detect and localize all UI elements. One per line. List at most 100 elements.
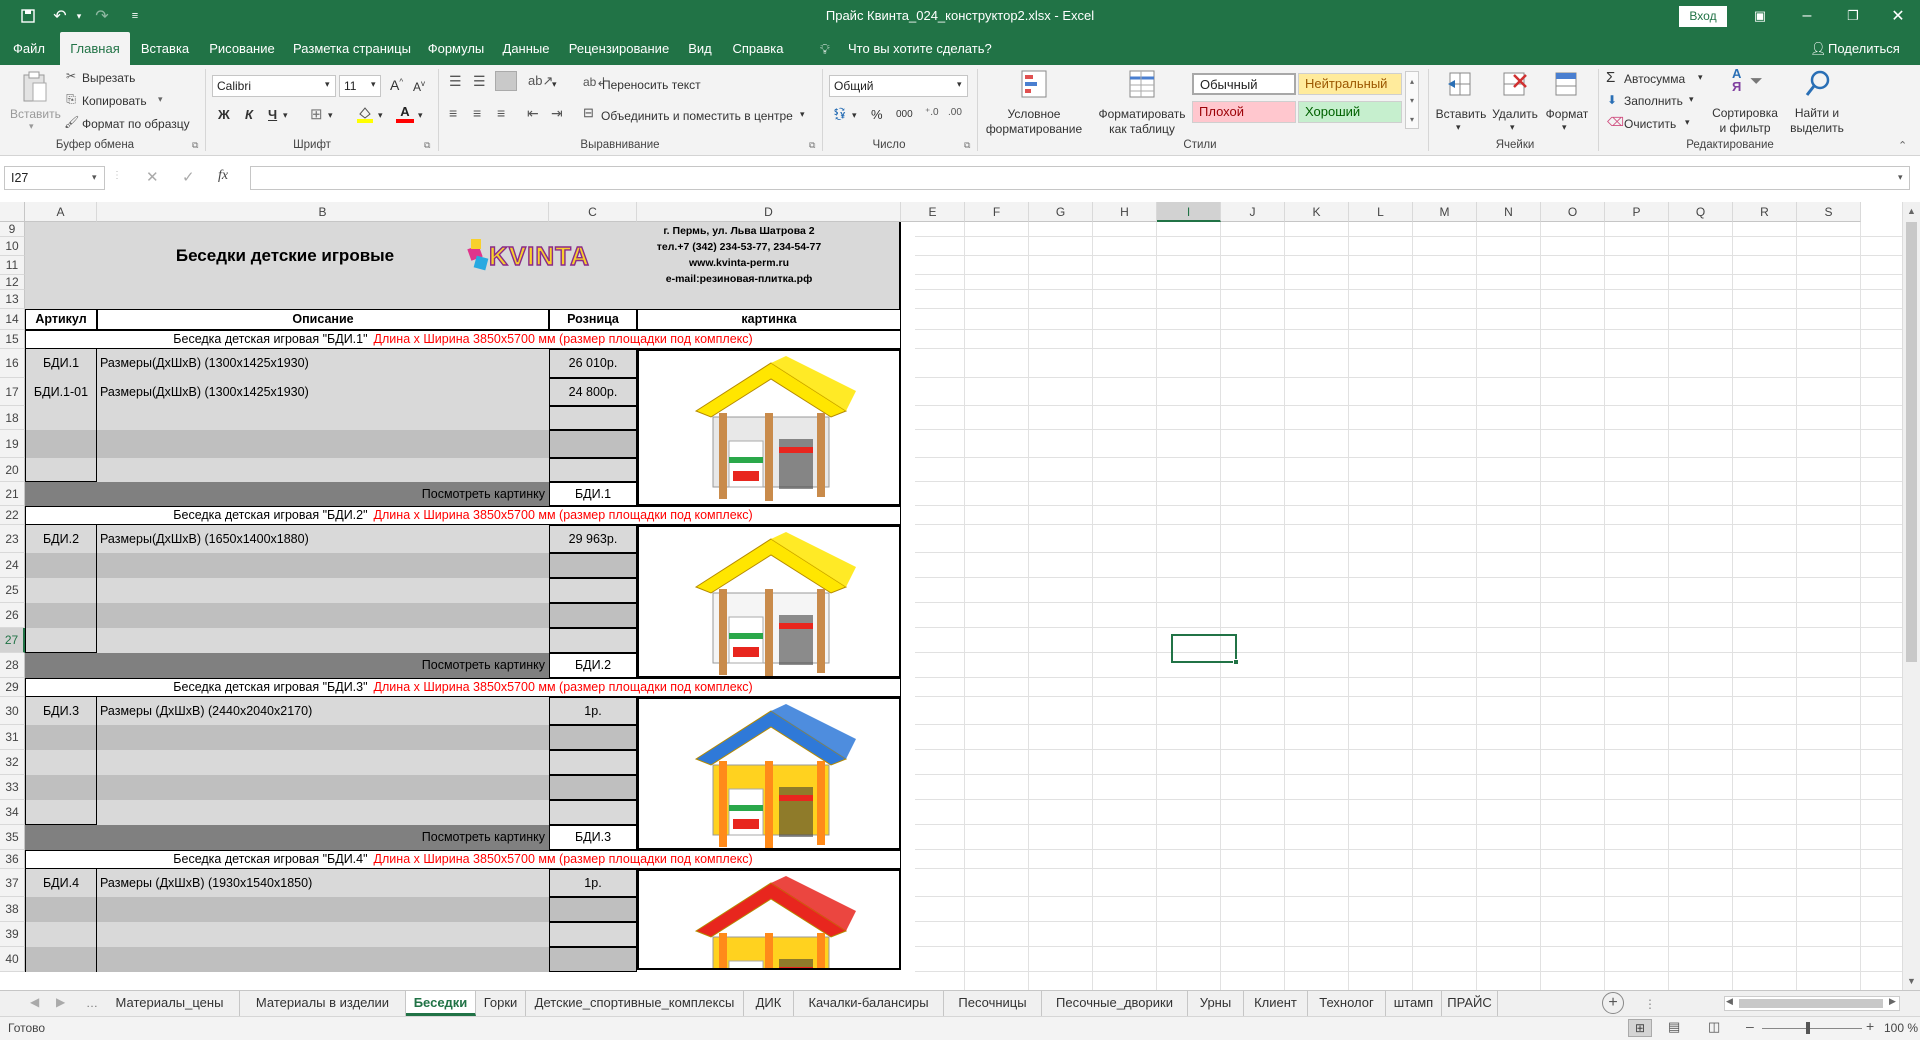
column-header-l[interactable]: L [1349,202,1413,222]
article-cell[interactable] [25,430,97,458]
row-header-14[interactable]: 14 [0,309,25,330]
tell-me-search[interactable]: Что вы хотите сделать? [848,32,992,65]
row-header-22[interactable]: 22 [0,506,25,525]
tab-draw[interactable]: Рисование [204,32,280,65]
merge-dropdown-icon[interactable]: ▾ [800,109,805,120]
description-cell[interactable]: Размеры(ДхШхВ) (1300х1425х1930) [97,378,549,406]
font-size-dropdown-icon[interactable]: ▾ [371,79,376,90]
percent-style-icon[interactable]: % [871,107,883,122]
price-cell[interactable] [549,775,637,800]
share-button[interactable]: Поделиться [1828,32,1912,65]
description-cell[interactable] [97,430,549,458]
column-header-q[interactable]: Q [1669,202,1733,222]
row-header-34[interactable]: 34 [0,800,25,825]
description-cell[interactable] [97,775,549,800]
tab-home[interactable]: Главная [60,32,130,65]
picture-link[interactable]: БДИ.1 [549,482,637,506]
row-header-24[interactable]: 24 [0,553,25,578]
article-cell[interactable] [25,800,97,825]
decrease-decimal-icon[interactable]: .00 [948,107,962,118]
format-as-table-button[interactable]: Форматировать как таблицу [1092,67,1192,137]
formula-input[interactable] [250,166,1910,190]
maximize-icon[interactable]: ❐ [1830,0,1876,32]
underline-dropdown-icon[interactable]: ▾ [283,110,288,121]
active-cell-selection[interactable] [1171,634,1237,663]
fill-button[interactable]: Заполнить [1624,94,1683,108]
price-cell[interactable] [549,897,637,922]
tab-formulas[interactable]: Формулы [424,32,488,65]
fill-color-dropdown-icon[interactable]: ▾ [378,110,383,121]
sheet-tab[interactable]: Песочные_дворики [1042,991,1188,1016]
delete-cells-button[interactable]: Удалить ▾ [1488,67,1542,137]
row-header-9[interactable]: 9 [0,222,25,237]
insert-function-icon[interactable]: fx [218,168,228,184]
collapse-ribbon-icon[interactable]: ⌃ [1898,139,1907,152]
sheet-more-icon[interactable]: … [86,996,98,1010]
font-color-dropdown-icon[interactable]: ▾ [418,110,423,121]
row-header-27[interactable]: 27 [0,628,25,653]
close-icon[interactable]: ✕ [1876,0,1920,32]
tab-view[interactable]: Вид [684,32,716,65]
styles-gallery-scroll[interactable]: ▴ ▾ ▾ [1405,71,1419,129]
column-header-s[interactable]: S [1797,202,1861,222]
price-cell[interactable] [549,725,637,750]
tab-review[interactable]: Рецензирование [564,32,674,65]
column-header-p[interactable]: P [1605,202,1669,222]
align-middle-icon[interactable]: ☰ [473,73,486,90]
article-cell[interactable]: БДИ.4 [25,869,97,897]
row-header-10[interactable]: 10 [0,237,25,256]
row-header-21[interactable]: 21 [0,482,25,506]
page-layout-view-icon[interactable]: ▤ [1668,1019,1680,1035]
price-cell[interactable] [549,750,637,775]
number-launcher-icon[interactable]: ⧉ [964,140,970,151]
grow-font-icon[interactable]: A^ [390,77,403,93]
zoom-out-icon[interactable]: – [1746,1018,1754,1034]
align-bottom-icon[interactable] [495,71,517,91]
expand-formula-icon[interactable]: ▾ [1898,172,1903,183]
sheet-next-icon[interactable]: ▶ [56,995,65,1009]
tab-data[interactable]: Данные [498,32,554,65]
undo-icon[interactable]: ↶ [46,0,74,32]
price-cell[interactable] [549,800,637,825]
save-icon[interactable] [14,0,42,32]
price-cell[interactable]: 26 010р. [549,349,637,378]
borders-icon[interactable]: ⊞ [310,105,323,123]
column-header-j[interactable]: J [1221,202,1285,222]
article-cell[interactable] [25,628,97,653]
article-cell[interactable]: БДИ.2 [25,525,97,553]
find-select-button[interactable]: Найти и выделить [1784,67,1850,139]
ribbon-display-icon[interactable]: ▣ [1740,0,1780,32]
confirm-entry-icon[interactable]: ✓ [182,168,195,186]
description-cell[interactable]: Размеры(ДхШхВ) (1650х1400х1880) [97,525,549,553]
row-header-18[interactable]: 18 [0,406,25,430]
worksheet-grid[interactable]: ABCDEFGHIJKLMNOPQRS 9 10 11 12 13 14 15 16 17 18 1… [0,202,1920,990]
number-format-dropdown-icon[interactable]: ▾ [957,79,962,90]
description-cell[interactable] [97,628,549,653]
clear-dropdown-icon[interactable]: ▾ [1685,117,1690,128]
font-name-select[interactable]: Calibri [212,75,336,97]
picture-link[interactable]: БДИ.3 [549,825,637,850]
clear-button[interactable]: Очистить [1624,117,1676,131]
description-cell[interactable] [97,578,549,603]
merge-center-button[interactable]: Объединить и поместить в центре [601,109,793,123]
row-header-33[interactable]: 33 [0,775,25,800]
sort-filter-button[interactable]: AЯ ⏷ Сортировка и фильтр [1708,67,1782,139]
row-header-38[interactable]: 38 [0,897,25,922]
description-cell[interactable]: Размеры(ДхШхВ) (1300х1425х1930) [97,349,549,378]
description-cell[interactable] [97,922,549,947]
sheet-tab[interactable]: ДИК [744,991,794,1016]
new-sheet-icon[interactable]: + [1602,992,1624,1014]
zoom-slider[interactable] [1762,1028,1862,1029]
name-box-dropdown-icon[interactable]: ▾ [92,172,97,183]
row-header-39[interactable]: 39 [0,922,25,947]
price-cell[interactable] [549,628,637,653]
row-header-31[interactable]: 31 [0,725,25,750]
sheet-tab[interactable]: Материалы_цены [100,991,240,1016]
clipboard-launcher-icon[interactable]: ⧉ [192,140,198,151]
article-cell[interactable] [25,458,97,482]
row-header-32[interactable]: 32 [0,750,25,775]
column-header-m[interactable]: M [1413,202,1477,222]
row-header-20[interactable]: 20 [0,458,25,482]
column-header-g[interactable]: G [1029,202,1093,222]
align-center-icon[interactable]: ≡ [473,105,481,121]
